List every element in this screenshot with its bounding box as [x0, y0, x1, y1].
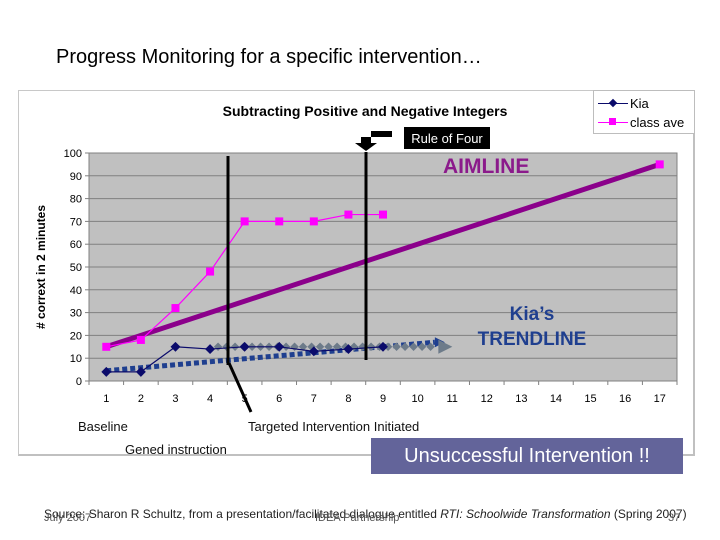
x-tick-label: 7 — [311, 393, 317, 405]
x-tick-label: 8 — [345, 393, 351, 405]
y-tick-label: 20 — [70, 330, 82, 342]
y-tick-label: 80 — [70, 194, 82, 206]
x-tick-label: 15 — [584, 393, 596, 405]
class-ave-point — [344, 210, 353, 219]
y-tick-label: 100 — [64, 148, 82, 160]
targeted-intervention-label: Targeted Intervention Initiated — [248, 419, 420, 434]
trendline-label: Kia’s TRENDLINE — [462, 302, 602, 352]
class-ave-point — [379, 210, 387, 219]
class-ave-point — [655, 160, 664, 169]
gened-instruction-label: Gened instruction — [125, 442, 227, 457]
x-tick-label: 11 — [446, 393, 457, 405]
x-tick-label: 2 — [138, 393, 144, 405]
x-tick-label: 17 — [654, 393, 666, 405]
x-tick-label: 1 — [103, 393, 109, 405]
x-tick-label: 16 — [619, 393, 631, 405]
class-ave-point — [240, 217, 249, 226]
chart-title: Subtracting Positive and Negative Intege… — [223, 103, 508, 119]
rule-of-four-label: Rule of Four — [404, 127, 490, 149]
y-tick-label: 30 — [70, 308, 82, 320]
page-number: 37 — [668, 512, 681, 524]
class-ave-point — [309, 217, 318, 226]
legend-label-kia: Kia — [630, 95, 649, 111]
kia-swatch-icon — [598, 97, 628, 109]
y-tick-label: 10 — [70, 353, 82, 365]
aimline-label: AIMLINE — [443, 155, 530, 178]
legend-item-class-ave: class ave — [598, 113, 684, 131]
y-axis-label: # corrext in 2 minutes — [34, 205, 48, 329]
y-tick-label: 70 — [70, 216, 82, 228]
x-tick-label: 14 — [550, 393, 562, 405]
class-ave-point — [171, 304, 180, 313]
x-tick-label: 12 — [481, 393, 493, 405]
legend-label-class-ave: class ave — [630, 114, 685, 130]
class-ave-point — [275, 217, 284, 226]
y-tick-label: 50 — [70, 262, 82, 274]
class-ave-point — [206, 267, 215, 276]
trendline-label-line2: TRENDLINE — [477, 329, 587, 350]
footer-date: July 2007 — [44, 512, 92, 524]
y-tick-label: 60 — [70, 239, 82, 251]
class-ave-point — [136, 335, 145, 344]
chart-legend: Kia class ave — [593, 90, 695, 134]
class-ave-point — [102, 342, 111, 351]
baseline-label: Baseline — [78, 419, 128, 434]
x-tick-label: 6 — [276, 393, 282, 405]
class-ave-swatch-icon — [598, 116, 628, 128]
x-tick-label: 3 — [172, 393, 178, 405]
source-title: RTI: Schoolwide Transformation — [440, 507, 611, 521]
x-tick-label: 13 — [515, 393, 527, 405]
x-tick-label: 4 — [207, 393, 213, 405]
x-tick-label: 10 — [411, 393, 423, 405]
footer-org: IDEA Partnership — [315, 512, 400, 524]
y-tick-label: 40 — [70, 285, 82, 297]
x-tick-label: 9 — [380, 393, 386, 405]
unsuccessful-intervention-callout: Unsuccessful Intervention !! — [371, 438, 683, 474]
y-tick-label: 90 — [70, 171, 82, 183]
legend-item-kia: Kia — [598, 94, 649, 112]
y-tick-label: 0 — [76, 376, 82, 388]
trendline-label-line1: Kia’s — [509, 304, 555, 325]
rule-of-four-arrow-icon — [355, 131, 392, 151]
